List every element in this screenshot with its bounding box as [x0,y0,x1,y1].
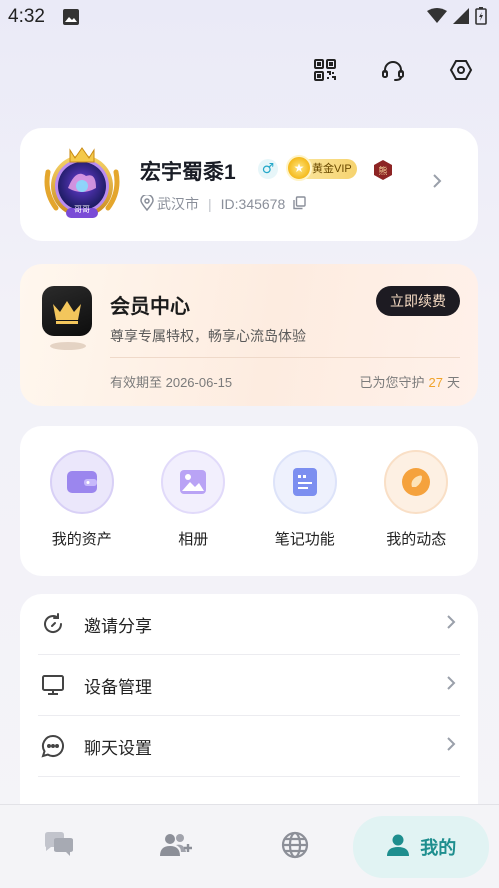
vip-badge-label: 黄金VIP [312,163,352,175]
person-icon [386,833,410,861]
guard-days-count: 27 [428,375,443,390]
wifi-icon [427,8,447,28]
profile-chevron-right-icon [432,173,442,194]
member-expiry: 有效期至 2026-06-15 [110,375,233,390]
monitor-icon [40,672,66,698]
nav-me[interactable]: 我的 [353,815,489,878]
share-refresh-icon [40,611,66,637]
crown-shadow [50,342,86,350]
chat-icon [43,831,75,863]
note-icon [272,450,337,514]
headset-icon[interactable] [379,56,407,84]
location-text: 武汉市 [157,196,199,212]
top-actions [311,56,475,84]
grid-item-notes[interactable]: 笔记功能 [255,426,355,576]
signal-icon [453,8,469,28]
menu-label-chat-settings: 聊天设置 [84,738,152,758]
chat-bubble-icon [40,733,66,759]
add-friend-icon [159,832,194,862]
grid-label-album: 相册 [178,531,209,548]
settings-hexagon-icon[interactable] [447,56,475,84]
grid-item-album[interactable]: 相册 [143,426,243,576]
member-center-card[interactable]: 会员中心 立即续费 尊享专属特权，畅享心流岛体验 有效期至 2026-06-15… [20,264,478,406]
member-divider [110,357,460,358]
profile-card[interactable]: 哥哥 宏宇蜀黍1 ♂ ★ 黄金VIP 熊 武汉市 | ID:345678 [20,128,478,241]
grid-label-moments: 我的动态 [386,531,447,548]
copy-icon[interactable] [293,195,306,213]
rank-badge: 熊 [374,160,392,180]
menu-label-invite-share: 邀请分享 [84,616,152,636]
nav-me-label: 我的 [420,837,457,858]
status-time: 4:32 [8,6,45,27]
menu-item-device-management[interactable]: 设备管理 [38,655,460,716]
nav-contacts[interactable] [118,816,236,878]
user-id: ID:345678 [220,196,286,212]
grid-label-assets: 我的资产 [51,531,112,548]
meta-divider: | [208,196,212,212]
location-pin-icon [140,193,154,214]
menu-item-invite-share[interactable]: 邀请分享 [38,594,460,655]
status-bar: 4:32 [0,0,499,36]
qr-code-icon[interactable] [311,56,339,84]
menu-item-chat-settings[interactable]: 聊天设置 [38,716,460,777]
quick-access-grid: 我的资产 相册 笔记功能 我的动态 [20,426,478,576]
grid-item-assets[interactable]: 我的资产 [32,426,132,576]
chevron-right-icon [446,614,456,635]
chevron-right-icon [446,675,456,696]
crown-icon [42,286,92,336]
moments-icon [384,450,449,514]
avatar[interactable]: 哥哥 [42,142,122,228]
profile-name: 宏宇蜀黍1 [140,161,236,184]
member-center-title: 会员中心 [110,296,190,318]
star-icon: ★ [286,155,312,181]
image-notification-icon [62,8,80,30]
guard-days: 已为您守护 27 天 [360,372,461,391]
wallet-icon [49,450,114,514]
guard-suffix: 天 [446,375,460,390]
renew-button[interactable]: 立即续费 [376,286,460,316]
photo-album-icon [161,450,226,514]
guard-prefix: 已为您守护 [359,375,425,390]
grid-label-notes: 笔记功能 [274,531,335,548]
member-description: 尊享专属特权，畅享心流岛体验 [110,328,306,344]
nav-messages[interactable] [0,816,118,878]
chevron-right-icon [446,736,456,757]
grid-item-moments[interactable]: 我的动态 [366,426,466,576]
globe-icon [281,831,309,863]
profile-meta: 武汉市 | ID:345678 [140,193,306,214]
vip-badge: ★ 黄金VIP [286,155,357,181]
avatar-frame-text: 哥哥 [74,205,90,214]
menu-label-device-management: 设备管理 [84,677,152,697]
battery-icon [475,7,487,29]
nav-discover[interactable] [236,816,354,878]
bottom-nav: 我的 [0,804,499,888]
gender-male-icon: ♂ [258,159,278,179]
